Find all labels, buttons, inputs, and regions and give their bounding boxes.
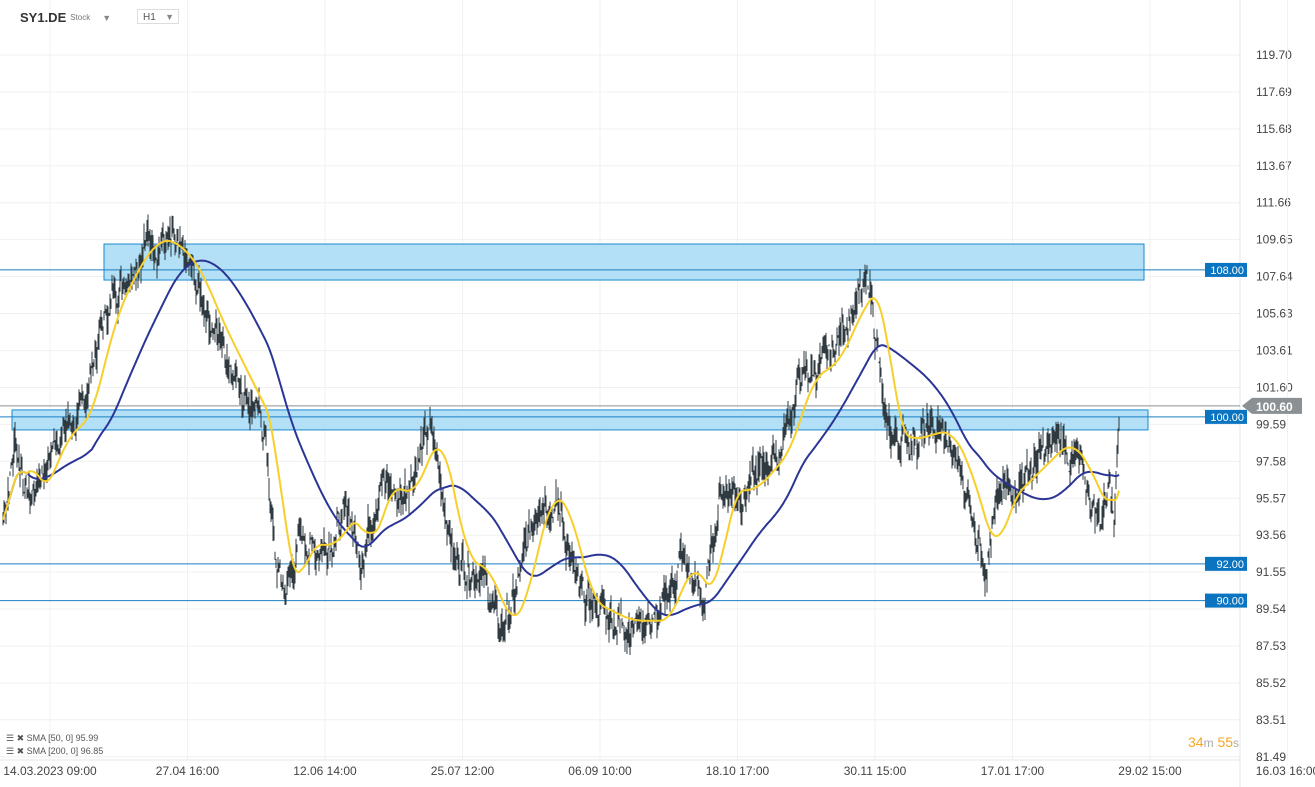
menu-icon[interactable]: ☰ [6,733,14,743]
indicator-sma-200[interactable]: ☰ ✖ SMA [200, 0] 96.85 [6,746,103,757]
y-tick-label: 115.68 [1256,122,1292,136]
menu-icon[interactable]: ☰ [6,746,14,756]
y-tick-label: 95.57 [1256,491,1286,505]
y-tick-label: 99.59 [1256,417,1286,431]
x-tick-label: 06.09 10:00 [568,764,632,778]
timeframe-select[interactable]: H1 ▼ [137,9,179,24]
x-tick-label: 29.02 15:00 [1118,764,1182,778]
y-tick-label: 83.51 [1256,713,1286,727]
y-tick-label: 85.52 [1256,676,1286,690]
x-tick-label: 30.11 15:00 [844,764,907,778]
level-label: 100.00 [1210,412,1244,424]
y-tick-label: 97.58 [1256,454,1286,468]
y-tick-label: 89.54 [1256,602,1286,616]
candle-countdown: 34m 55s [1188,734,1240,750]
level-label: 108.00 [1210,265,1244,277]
chevron-down-icon: ▼ [102,12,112,23]
y-tick-label: 93.56 [1256,528,1286,542]
indicator-sma-50[interactable]: ☰ ✖ SMA [50, 0] 95.99 [6,733,98,744]
instrument-type: Stock [70,13,91,22]
y-tick-label: 113.67 [1256,159,1292,173]
x-tick-label: 17.01 17:00 [981,764,1045,778]
y-tick-label: 81.49 [1256,750,1286,764]
price-chart[interactable]: 119.70117.69115.68113.67111.66109.65107.… [0,0,1315,787]
price-bars [2,214,1120,655]
x-tick-label: 16.03 16:00 [1256,764,1315,778]
indicator-label: SMA [50, 0] 95.99 [26,733,99,743]
y-tick-label: 91.55 [1256,565,1286,579]
level-label: 90.00 [1216,596,1244,608]
y-tick-label: 117.69 [1256,85,1292,99]
price-zone[interactable] [11,409,1149,431]
timeframe-value: H1 [143,12,156,23]
y-tick-label: 87.53 [1256,639,1286,653]
y-tick-label: 119.70 [1256,48,1292,62]
y-tick-label: 111.66 [1256,196,1291,210]
indicator-label: SMA [200, 0] 96.85 [26,746,104,756]
x-tick-label: 25.07 12:00 [431,764,495,778]
close-icon[interactable]: ✖ [17,746,25,756]
current-price-label: 100.60 [1256,400,1293,414]
x-tick-label: 12.06 14:00 [293,764,357,778]
price-zone[interactable] [103,243,1145,281]
x-tick-label: 27.04 16:00 [156,764,220,778]
symbol-name: SY1.DE [20,10,67,25]
symbol-selector[interactable]: SY1.DE Stock ▼ [20,10,111,25]
level-label: 92.00 [1216,559,1244,571]
chevron-down-icon: ▼ [165,12,174,22]
close-icon[interactable]: ✖ [17,733,25,743]
x-tick-label: 18.10 17:00 [706,764,770,778]
x-tick-label: 14.03.2023 09:00 [3,764,97,778]
